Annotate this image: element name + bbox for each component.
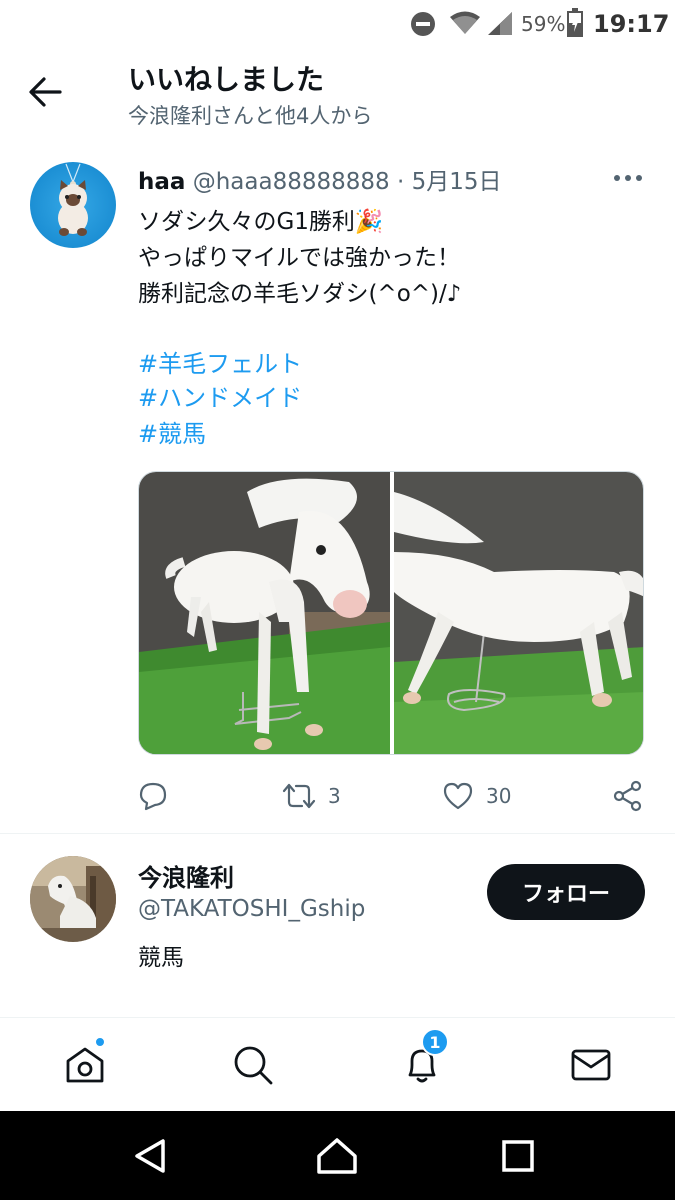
more-icon: [614, 175, 642, 181]
share-button[interactable]: [612, 778, 644, 814]
home-icon: [66, 1047, 104, 1083]
dnd-icon: [410, 11, 436, 41]
wifi-icon: [449, 10, 481, 40]
user-bio: 競馬: [138, 945, 184, 971]
retweet-button[interactable]: 3: [282, 778, 341, 814]
like-button[interactable]: 30: [442, 778, 511, 814]
square-recents-icon: [502, 1140, 534, 1172]
house-outline-icon: [317, 1138, 357, 1174]
follow-button[interactable]: フォロー: [487, 864, 645, 920]
system-recents-button[interactable]: [495, 1133, 541, 1179]
reply-icon: [139, 782, 167, 811]
tweet-text-line: ソダシ久々のG1勝利🎉: [138, 209, 384, 235]
user-name[interactable]: 今浪隆利: [138, 858, 234, 893]
messages-icon: [571, 1049, 611, 1081]
signal-icon: [486, 10, 514, 40]
triangle-back-icon: [135, 1139, 165, 1173]
tweet-media: [138, 471, 644, 755]
retweet-icon: [282, 783, 316, 809]
nav-home[interactable]: [60, 1036, 110, 1090]
search-icon: [234, 1046, 273, 1085]
separator: ·: [396, 169, 405, 195]
system-nav-bar: [0, 1111, 675, 1200]
page-subtitle: 今浪隆利さんと他4人から: [128, 104, 373, 128]
battery-percent: 59%: [521, 12, 566, 36]
tweet-author-name[interactable]: haa: [138, 169, 185, 195]
hashtag-link[interactable]: #羊毛フェルト: [138, 344, 302, 379]
avatar[interactable]: [30, 856, 116, 942]
tweet-author-handle[interactable]: @haaa88888888: [193, 169, 390, 195]
more-options-button[interactable]: [608, 166, 648, 190]
header: いいねしました 今浪隆利さんと他4人から: [0, 48, 675, 148]
tweet-header: haa @haaa88888888 · 5月15日: [138, 162, 502, 196]
heart-icon: [443, 782, 473, 810]
reply-button[interactable]: [138, 778, 168, 814]
tweet-photo[interactable]: [139, 472, 390, 754]
system-back-button[interactable]: [128, 1133, 174, 1179]
user-cell[interactable]: 今浪隆利 @TAKATOSHI_Gship 競馬 フォロー: [0, 834, 675, 1014]
nav-notifications[interactable]: 1: [397, 1028, 449, 1090]
tweet-text-line: 勝利記念の羊毛ソダシ(^o^)/♪: [138, 281, 462, 307]
tweet[interactable]: haa @haaa88888888 · 5月15日 ソダシ久々のG1勝利🎉 やっ…: [0, 150, 675, 832]
battery-icon: [566, 8, 584, 42]
arrow-left-icon: [29, 77, 62, 107]
like-count: 30: [486, 784, 512, 808]
page-title: いいねしました: [128, 63, 325, 96]
bottom-nav: 1: [0, 1017, 675, 1111]
user-handle[interactable]: @TAKATOSHI_Gship: [138, 896, 365, 922]
hashtag-link[interactable]: #ハンドメイド: [138, 378, 302, 413]
tweet-date[interactable]: 5月15日: [412, 169, 502, 195]
avatar[interactable]: [30, 162, 116, 248]
tweet-photo[interactable]: [394, 472, 643, 754]
status-bar: 59% 19:17: [0, 0, 675, 48]
tweet-text-line: やっぱりマイルでは強かった！: [138, 245, 460, 271]
clock: 19:17: [593, 10, 670, 38]
nav-search[interactable]: [228, 1040, 278, 1090]
retweet-count: 3: [328, 784, 341, 808]
hashtag-link[interactable]: #競馬: [138, 414, 206, 449]
notification-badge: 1: [421, 1028, 449, 1056]
new-content-dot: [94, 1036, 106, 1048]
nav-messages[interactable]: [566, 1040, 616, 1090]
back-button[interactable]: [22, 70, 70, 114]
system-home-button[interactable]: [314, 1133, 360, 1179]
share-icon: [613, 780, 642, 812]
